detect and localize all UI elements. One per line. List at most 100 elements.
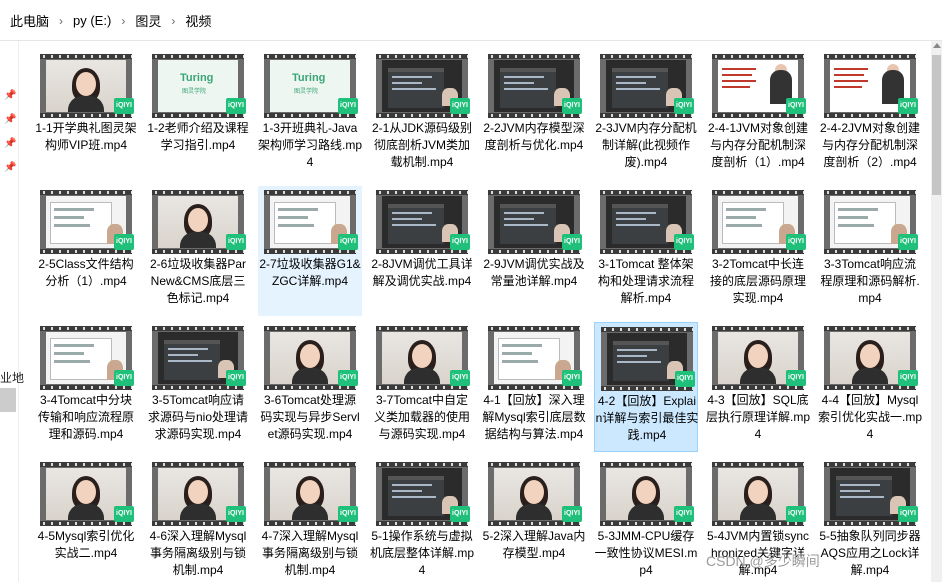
file-item[interactable]: iQIYI 4-4【回放】Mysql索引优化实战一.mp4 — [818, 322, 922, 452]
file-item[interactable]: iQIYI 3-6Tomcat处理源码实现与异步Servlet源码实现.mp4 — [258, 322, 362, 452]
breadcrumb-separator-icon[interactable]: › — [53, 14, 69, 28]
file-name: 2-7垃圾收集器G1&ZGC详解.mp4 — [259, 257, 361, 288]
file-item[interactable]: iQIYI 4-2【回放】Explain详解与索引最佳实践.mp4 — [594, 322, 698, 452]
video-thumbnail: iQIYI — [376, 54, 470, 118]
file-item[interactable]: iQIYI 4-6深入理解Mysql事务隔离级别与锁机制.mp4 — [146, 458, 250, 588]
iqiyi-icon: iQIYI — [114, 98, 134, 114]
breadcrumb-this-pc[interactable]: 此电脑 — [6, 11, 53, 30]
file-item[interactable]: iQIYI 5-5抽象队列同步器AQS应用之Lock详解.mp4 — [818, 458, 922, 588]
file-item[interactable]: iQIYI 5-3JMM-CPU缓存一致性协议MESI.mp4 — [594, 458, 698, 588]
iqiyi-icon: iQIYI — [114, 370, 134, 386]
navigation-pane[interactable]: 📌 📌 📌 📌 — [0, 41, 19, 582]
file-item[interactable]: iQIYI 3-2Tomcat中长连接的底层源码原理实现.mp4 — [706, 186, 810, 316]
video-thumbnail: iQIYI — [600, 462, 694, 526]
iqiyi-icon: iQIYI — [562, 506, 582, 522]
file-item[interactable]: iQIYI 2-9JVM调优实战及常量池详解.mp4 — [482, 186, 586, 316]
nav-selected-item[interactable] — [0, 388, 16, 412]
file-name: 5-1操作系统与虚拟机底层整体详解.mp4 — [370, 529, 475, 577]
video-thumbnail: iQIYI — [40, 54, 134, 118]
breadcrumb-separator-icon[interactable]: › — [115, 14, 131, 28]
video-thumbnail: iQIYI — [824, 462, 918, 526]
video-thumbnail: iQIYI — [712, 54, 806, 118]
breadcrumb-folder-tuling[interactable]: 图灵 — [131, 11, 165, 30]
iqiyi-icon: iQIYI — [114, 234, 134, 250]
file-name: 2-6垃圾收集器ParNew&CMS底层三色标记.mp4 — [149, 257, 247, 305]
iqiyi-icon: iQIYI — [450, 234, 470, 250]
iqiyi-icon: iQIYI — [786, 370, 806, 386]
file-name: 3-3Tomcat响应流程原理和源码解析.mp4 — [820, 257, 920, 305]
file-name: 3-5Tomcat响应请求源码与nio处理请求源码实现.mp4 — [147, 393, 248, 441]
file-name: 3-2Tomcat中长连接的底层源码原理实现.mp4 — [709, 257, 806, 305]
video-thumbnail: Turing 图灵学院 iQIYI — [264, 54, 358, 118]
file-name: 3-7Tomcat中自定义类加载器的使用与源码实现.mp4 — [373, 393, 470, 441]
file-name: 2-5Class文件结构分析（1）.mp4 — [38, 257, 134, 288]
video-thumbnail: iQIYI — [40, 190, 134, 254]
file-name: 2-9JVM调优实战及常量池详解.mp4 — [483, 257, 585, 288]
iqiyi-icon: iQIYI — [338, 370, 358, 386]
scrollbar-thumb[interactable] — [932, 55, 941, 195]
file-name: 1-2老师介绍及课程学习指引.mp4 — [147, 121, 249, 152]
iqiyi-icon: iQIYI — [786, 98, 806, 114]
video-thumbnail: iQIYI — [712, 326, 806, 390]
scroll-up-arrow-icon[interactable] — [933, 43, 941, 48]
pin-icon: 📌 — [4, 114, 17, 125]
file-name: 4-6深入理解Mysql事务隔离级别与锁机制.mp4 — [149, 529, 247, 577]
iqiyi-icon: iQIYI — [898, 370, 918, 386]
file-item[interactable]: iQIYI 4-7深入理解Mysql事务隔离级别与锁机制.mp4 — [258, 458, 362, 588]
file-item[interactable]: iQIYI 3-3Tomcat响应流程原理和源码解析.mp4 — [818, 186, 922, 316]
file-item[interactable]: iQIYI 2-4-1JVM对象创建与内存分配机制深度剖析（1）.mp4 — [706, 50, 810, 180]
file-name: 1-1开学典礼图灵架构师VIP班.mp4 — [35, 121, 137, 152]
video-thumbnail: iQIYI — [152, 462, 246, 526]
breadcrumb-drive[interactable]: py (E:) — [69, 13, 115, 28]
file-item[interactable]: iQIYI 5-1操作系统与虚拟机底层整体详解.mp4 — [370, 458, 474, 588]
file-name: 4-4【回放】Mysql索引优化实战一.mp4 — [818, 393, 923, 441]
video-thumbnail: Turing 图灵学院 iQIYI — [152, 54, 246, 118]
file-item[interactable]: iQIYI 4-1【回放】深入理解Mysql索引底层数据结构与算法.mp4 — [482, 322, 586, 452]
file-name: 3-4Tomcat中分块传输和响应流程原理和源码.mp4 — [37, 393, 134, 441]
video-thumbnail: iQIYI — [152, 190, 246, 254]
file-item[interactable]: iQIYI 2-3JVM内存分配机制详解(此视频作废).mp4 — [594, 50, 698, 180]
file-item[interactable]: iQIYI 2-2JVM内存模型深度剖析与优化.mp4 — [482, 50, 586, 180]
iqiyi-icon: iQIYI — [338, 506, 358, 522]
file-name: 4-3【回放】SQL底层执行原理详解.mp4 — [706, 393, 811, 441]
file-name: 4-2【回放】Explain详解与索引最佳实践.mp4 — [595, 394, 699, 442]
iqiyi-icon: iQIYI — [562, 370, 582, 386]
file-name: 4-5Mysql索引优化实战二.mp4 — [37, 529, 135, 560]
file-item[interactable]: iQIYI 4-3【回放】SQL底层执行原理详解.mp4 — [706, 322, 810, 452]
file-item[interactable]: Turing 图灵学院 iQIYI 1-2老师介绍及课程学习指引.mp4 — [146, 50, 250, 180]
video-thumbnail: iQIYI — [264, 326, 358, 390]
file-item[interactable]: iQIYI 2-8JVM调优工具详解及调优实战.mp4 — [370, 186, 474, 316]
iqiyi-icon: iQIYI — [898, 506, 918, 522]
file-item[interactable]: iQIYI 2-6垃圾收集器ParNew&CMS底层三色标记.mp4 — [146, 186, 250, 316]
file-name: 2-1从JDK源码级别彻底剖析JVM类加载机制.mp4 — [371, 121, 472, 169]
file-item[interactable]: iQIYI 3-7Tomcat中自定义类加载器的使用与源码实现.mp4 — [370, 322, 474, 452]
file-item[interactable]: iQIYI 2-1从JDK源码级别彻底剖析JVM类加载机制.mp4 — [370, 50, 474, 180]
nav-item-label[interactable]: 业地 — [0, 369, 24, 386]
video-thumbnail: iQIYI — [824, 190, 918, 254]
file-item[interactable]: iQIYI 1-1开学典礼图灵架构师VIP班.mp4 — [34, 50, 138, 180]
video-thumbnail: iQIYI — [712, 190, 806, 254]
video-thumbnail: iQIYI — [376, 462, 470, 526]
video-thumbnail: iQIYI — [824, 326, 918, 390]
breadcrumb-folder-videos[interactable]: 视频 — [181, 11, 215, 30]
file-item[interactable]: iQIYI 3-5Tomcat响应请求源码与nio处理请求源码实现.mp4 — [146, 322, 250, 452]
file-name: 2-3JVM内存分配机制详解(此视频作废).mp4 — [595, 121, 697, 169]
file-item[interactable]: iQIYI 2-5Class文件结构分析（1）.mp4 — [34, 186, 138, 316]
file-item[interactable]: iQIYI 3-4Tomcat中分块传输和响应流程原理和源码.mp4 — [34, 322, 138, 452]
address-bar[interactable]: 此电脑 › py (E:) › 图灵 › 视频 — [0, 0, 942, 41]
watermark: CSDN @多少瞬间 — [706, 553, 820, 569]
file-item[interactable]: Turing 图灵学院 iQIYI 1-3开班典礼-Java架构师学习路线.mp4 — [258, 50, 362, 180]
file-item[interactable]: iQIYI 2-7垃圾收集器G1&ZGC详解.mp4 — [258, 186, 362, 316]
file-item[interactable]: iQIYI 5-2深入理解Java内存模型.mp4 — [482, 458, 586, 588]
video-thumbnail: iQIYI — [712, 462, 806, 526]
breadcrumb-separator-icon[interactable]: › — [165, 14, 181, 28]
pin-icon: 📌 — [4, 138, 17, 149]
video-thumbnail: iQIYI — [264, 462, 358, 526]
file-item[interactable]: iQIYI 2-4-2JVM对象创建与内存分配机制深度剖析（2）.mp4 — [818, 50, 922, 180]
file-item[interactable]: iQIYI 4-5Mysql索引优化实战二.mp4 — [34, 458, 138, 588]
vertical-scrollbar[interactable] — [931, 41, 942, 582]
file-item[interactable]: iQIYI 3-1Tomcat 整体架构和处理请求流程解析.mp4 — [594, 186, 698, 316]
file-name: 2-8JVM调优工具详解及调优实战.mp4 — [371, 257, 473, 288]
iqiyi-icon: iQIYI — [786, 234, 806, 250]
video-thumbnail: iQIYI — [488, 54, 582, 118]
